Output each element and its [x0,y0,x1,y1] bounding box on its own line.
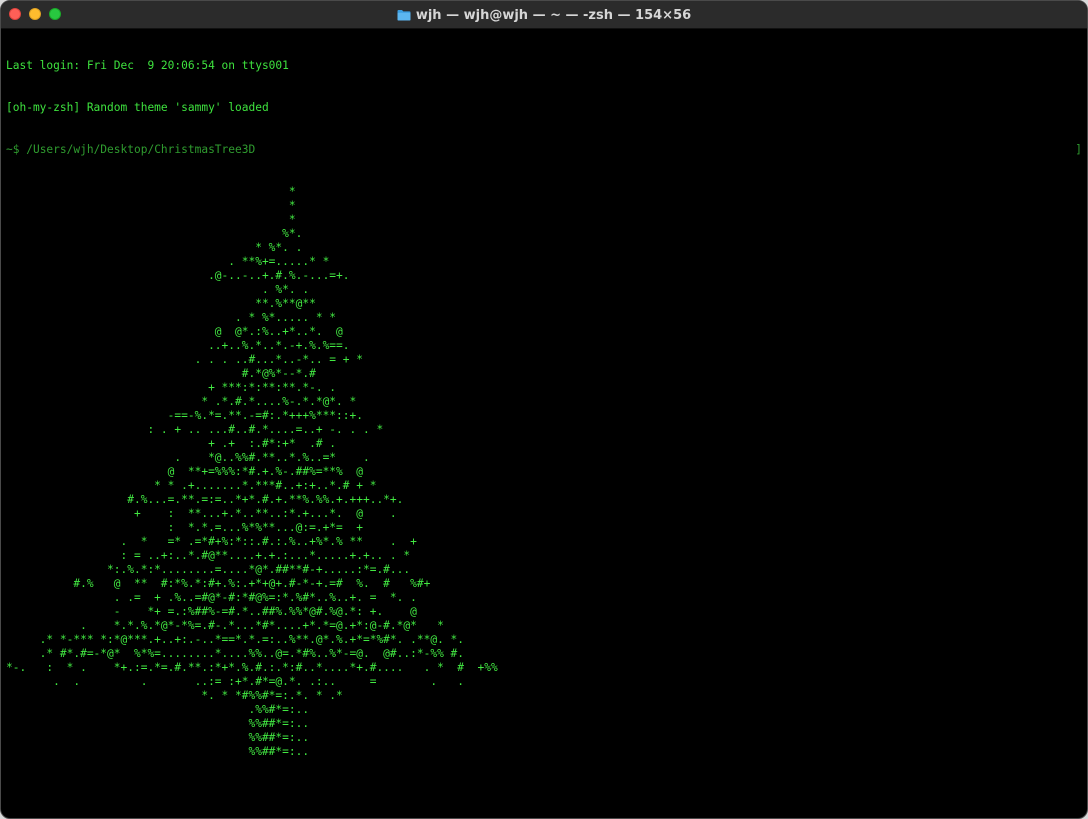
tree-line: . . . ..#...*..-*.. = + * [6,353,363,366]
tree-line: - *+ =.:%##%-=#.*..##%.%%*@#.%@.*: +. @ [6,605,417,618]
tree-line: .* #*.#=-*@* %*%=........*....%%..@=.*#%… [6,647,465,660]
tree-line: + .+ :.#*:+* .# . [6,437,337,450]
tree-line: #.% @ ** #:*%.*:#+.%:.+*+@+.#-*-+.=# %. … [6,577,431,590]
tree-line: . %*. . [6,283,310,296]
tree-line: . .= + .%..=#@*-#:*#@%=:*.%#*..%..+. = *… [6,591,417,604]
terminal-output[interactable]: Last login: Fri Dec 9 20:06:54 on ttys00… [6,31,1082,818]
tree-line: * [6,213,296,226]
tree-line: .@-..-..+.#.%.-...=+. [6,269,350,282]
tree-line: * %*. . [6,241,303,254]
prompt-prefix: ~$ [6,143,27,156]
tree-line: @ @*.:%..+*..*. @ [6,325,343,338]
tree-line: -==-%.*=.**.-=#:.*+++%***::+. [6,409,363,422]
tree-line: . *@..%%#.**..*.%..=* . [6,451,370,464]
tree-line: + : **...+.*..**..:*.+...*. @ . [6,507,397,520]
tree-line: * [6,199,296,212]
last-login-line: Last login: Fri Dec 9 20:06:54 on ttys00… [6,59,289,72]
window-title: wjh — wjh@wjh — ~ — -zsh — 154×56 [415,7,692,23]
tree-line: . * %*..... * * [6,311,337,324]
folder-icon [397,9,411,21]
tree-line: *-. : * . *+.:=.*=.#.**.:*+*.%.#.:.*:#..… [6,661,498,674]
tree-line: *:.%.*:*........=....*@*.##**#-+.....:*=… [6,563,411,576]
tree-line: * [6,185,296,198]
tree-line: **.%**@** [6,297,316,310]
tree-line: . * =* .=*#+%:*::.#.:.%..+%*.% ** . + [6,535,417,548]
title-bar[interactable]: wjh — wjh@wjh — ~ — -zsh — 154×56 [1,1,1087,29]
tree-line: *. * *#%%#*=:.*. * .* [6,689,343,702]
christmas-tree-art: * * * %*. * %*. . . **%+=.....* * .@-..-… [6,185,1082,759]
tree-line: #.*@%*--*.# [6,367,316,380]
tree-line: . **%+=.....* * [6,255,330,268]
tree-line: %%##*=:.. [6,731,310,744]
tree-line: .* *-*** *:*@***.+..+:.-..*==*.*.=:..%**… [6,633,465,646]
tree-line: %*. [6,227,303,240]
tree-line: * .*.#.*....%-.*.*@*. * [6,395,357,408]
tree-line: ..+..%.*..*.-+.%.%==. [6,339,350,352]
tree-line: : = ..+:..*.#@**....+.+.:...*.....+.+.. … [6,549,411,562]
cwd-path: /Users/wjh/Desktop/ChristmasTree3D [26,143,256,156]
theme-message-line: [oh-my-zsh] Random theme 'sammy' loaded [6,101,269,114]
tree-line: : . + .. ...#..#.*....=..+ -. . . * [6,423,384,436]
right-prompt-bracket: ] [1075,143,1082,156]
tree-line: : *.*.=...%*%**...@:=.+*= + [6,521,363,534]
tree-line: . *.*.%.*@*-*%=.#-.*...*#*....+*.*=@.+*:… [6,619,444,632]
tree-line: . . . ..:= :+*.#*=@.*. .:.. = . . [6,675,465,688]
tree-line: + ***:*:**:**.*-. . [6,381,337,394]
prompt-line: ~$ /Users/wjh/Desktop/ChristmasTree3D] [6,143,1082,157]
terminal-window: wjh — wjh@wjh — ~ — -zsh — 154×56 Last l… [0,0,1088,819]
title-group: wjh — wjh@wjh — ~ — -zsh — 154×56 [1,1,1087,29]
tree-line: * * .+.......*.***#..+:+..*.# + * [6,479,377,492]
tree-line: .%%#*=:.. [6,703,310,716]
tree-line: %%##*=:.. [6,717,310,730]
tree-line: #.%...=.**.=:=..*+*.#.+.**%.%%.+.+++..*+… [6,493,404,506]
tree-line: %%##*=:.. [6,745,310,758]
tree-line: @ **+=%%%:*#.+.%-.##%=**% @ [6,465,363,478]
